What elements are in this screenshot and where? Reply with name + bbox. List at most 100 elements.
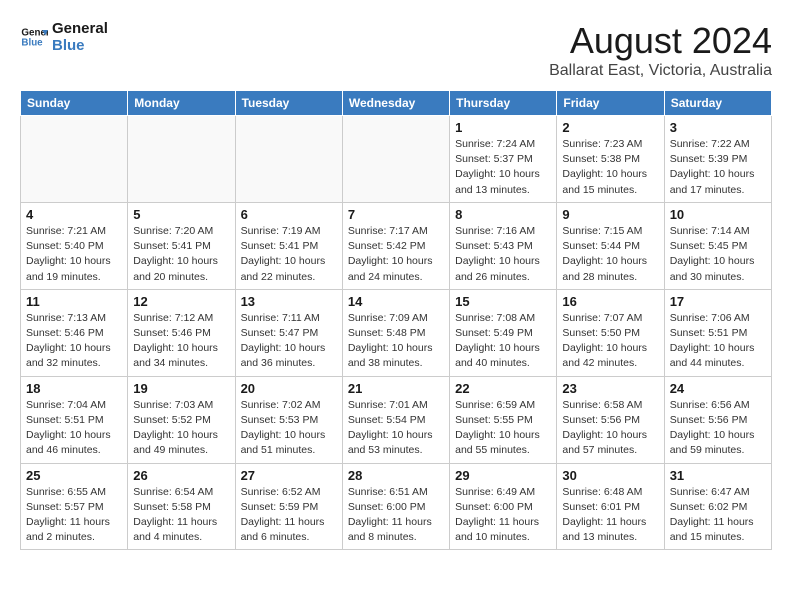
calendar-cell: 13 Sunrise: 7:11 AMSunset: 5:47 PMDayligh…: [235, 289, 342, 376]
day-number: 25: [26, 468, 122, 483]
calendar-cell: 14 Sunrise: 7:09 AMSunset: 5:48 PMDayligh…: [342, 289, 449, 376]
col-header-monday: Monday: [128, 91, 235, 116]
day-number: 8: [455, 207, 551, 222]
calendar-cell: 29 Sunrise: 6:49 AMSunset: 6:00 PMDayligh…: [450, 463, 557, 550]
day-number: 11: [26, 294, 122, 309]
day-number: 22: [455, 381, 551, 396]
day-info: Sunrise: 6:47 AMSunset: 6:02 PMDaylight:…: [670, 485, 766, 546]
calendar-cell: 12Sunrise: 7:12 AMSunset: 5:46 PMDayligh…: [128, 289, 235, 376]
calendar-cell: 26 Sunrise: 6:54 AMSunset: 5:58 PMDayligh…: [128, 463, 235, 550]
day-info: Sunrise: 7:21 AMSunset: 5:40 PMDaylight:…: [26, 224, 122, 285]
day-number: 30: [562, 468, 658, 483]
col-header-saturday: Saturday: [664, 91, 771, 116]
calendar-cell: 6 Sunrise: 7:19 AMSunset: 5:41 PMDaylight…: [235, 202, 342, 289]
day-info: Sunrise: 7:20 AMSunset: 5:41 PMDaylight:…: [133, 224, 229, 285]
day-info: Sunrise: 7:08 AMSunset: 5:49 PMDaylight:…: [455, 311, 551, 372]
calendar-cell: 4 Sunrise: 7:21 AMSunset: 5:40 PMDaylight…: [21, 202, 128, 289]
day-info: Sunrise: 6:58 AMSunset: 5:56 PMDaylight:…: [562, 398, 658, 459]
calendar-cell: [235, 116, 342, 203]
day-number: 9: [562, 207, 658, 222]
calendar-cell: 18 Sunrise: 7:04 AMSunset: 5:51 PMDayligh…: [21, 376, 128, 463]
day-info: Sunrise: 6:54 AMSunset: 5:58 PMDaylight:…: [133, 485, 229, 546]
day-number: 15: [455, 294, 551, 309]
calendar-cell: 30 Sunrise: 6:48 AMSunset: 6:01 PMDayligh…: [557, 463, 664, 550]
calendar-cell: 23Sunrise: 6:58 AMSunset: 5:56 PMDayligh…: [557, 376, 664, 463]
day-number: 4: [26, 207, 122, 222]
calendar-cell: 27Sunrise: 6:52 AMSunset: 5:59 PMDayligh…: [235, 463, 342, 550]
col-header-tuesday: Tuesday: [235, 91, 342, 116]
day-info: Sunrise: 7:07 AMSunset: 5:50 PMDaylight:…: [562, 311, 658, 372]
calendar-cell: 28Sunrise: 6:51 AMSunset: 6:00 PMDayligh…: [342, 463, 449, 550]
day-info: Sunrise: 7:04 AMSunset: 5:51 PMDaylight:…: [26, 398, 122, 459]
day-info: Sunrise: 7:13 AMSunset: 5:46 PMDaylight:…: [26, 311, 122, 372]
day-info: Sunrise: 6:48 AMSunset: 6:01 PMDaylight:…: [562, 485, 658, 546]
day-number: 6: [241, 207, 337, 222]
calendar-cell: 20Sunrise: 7:02 AMSunset: 5:53 PMDayligh…: [235, 376, 342, 463]
day-info: Sunrise: 7:23 AMSunset: 5:38 PMDaylight:…: [562, 137, 658, 198]
col-header-thursday: Thursday: [450, 91, 557, 116]
day-info: Sunrise: 6:55 AMSunset: 5:57 PMDaylight:…: [26, 485, 122, 546]
calendar-cell: 17 Sunrise: 7:06 AMSunset: 5:51 PMDayligh…: [664, 289, 771, 376]
col-header-wednesday: Wednesday: [342, 91, 449, 116]
calendar-cell: 16 Sunrise: 7:07 AMSunset: 5:50 PMDayligh…: [557, 289, 664, 376]
day-info: Sunrise: 7:15 AMSunset: 5:44 PMDaylight:…: [562, 224, 658, 285]
calendar-body: 1 Sunrise: 7:24 AMSunset: 5:37 PMDaylight…: [21, 116, 772, 550]
calendar-cell: 7Sunrise: 7:17 AMSunset: 5:42 PMDaylight…: [342, 202, 449, 289]
week-row-2: 4 Sunrise: 7:21 AMSunset: 5:40 PMDaylight…: [21, 202, 772, 289]
day-number: 31: [670, 468, 766, 483]
calendar-cell: 8 Sunrise: 7:16 AMSunset: 5:43 PMDaylight…: [450, 202, 557, 289]
day-info: Sunrise: 7:19 AMSunset: 5:41 PMDaylight:…: [241, 224, 337, 285]
day-number: 18: [26, 381, 122, 396]
day-number: 3: [670, 120, 766, 135]
day-info: Sunrise: 7:22 AMSunset: 5:39 PMDaylight:…: [670, 137, 766, 198]
svg-text:Blue: Blue: [21, 37, 43, 48]
calendar-cell: 11 Sunrise: 7:13 AMSunset: 5:46 PMDayligh…: [21, 289, 128, 376]
day-info: Sunrise: 6:49 AMSunset: 6:00 PMDaylight:…: [455, 485, 551, 546]
logo-text-blue: Blue: [52, 37, 108, 54]
page-header: General Blue General Blue August 2024 Ba…: [20, 20, 772, 80]
day-number: 12: [133, 294, 229, 309]
calendar-cell: 1 Sunrise: 7:24 AMSunset: 5:37 PMDaylight…: [450, 116, 557, 203]
day-number: 17: [670, 294, 766, 309]
calendar-cell: [128, 116, 235, 203]
day-info: Sunrise: 7:24 AMSunset: 5:37 PMDaylight:…: [455, 137, 551, 198]
calendar-cell: 15 Sunrise: 7:08 AMSunset: 5:49 PMDayligh…: [450, 289, 557, 376]
day-number: 21: [348, 381, 444, 396]
day-info: Sunrise: 7:11 AMSunset: 5:47 PMDaylight:…: [241, 311, 337, 372]
col-header-sunday: Sunday: [21, 91, 128, 116]
calendar-cell: [21, 116, 128, 203]
col-header-friday: Friday: [557, 91, 664, 116]
day-info: Sunrise: 7:06 AMSunset: 5:51 PMDaylight:…: [670, 311, 766, 372]
calendar-cell: 2 Sunrise: 7:23 AMSunset: 5:38 PMDaylight…: [557, 116, 664, 203]
day-number: 29: [455, 468, 551, 483]
day-number: 1: [455, 120, 551, 135]
day-number: 27: [241, 468, 337, 483]
subtitle: Ballarat East, Victoria, Australia: [549, 62, 772, 80]
day-number: 10: [670, 207, 766, 222]
day-number: 2: [562, 120, 658, 135]
logo-text-general: General: [52, 20, 108, 37]
calendar-cell: 24 Sunrise: 6:56 AMSunset: 5:56 PMDayligh…: [664, 376, 771, 463]
logo: General Blue General Blue: [20, 20, 108, 54]
day-number: 16: [562, 294, 658, 309]
day-number: 19: [133, 381, 229, 396]
day-info: Sunrise: 7:09 AMSunset: 5:48 PMDaylight:…: [348, 311, 444, 372]
day-info: Sunrise: 7:03 AMSunset: 5:52 PMDaylight:…: [133, 398, 229, 459]
week-row-3: 11 Sunrise: 7:13 AMSunset: 5:46 PMDayligh…: [21, 289, 772, 376]
week-row-4: 18 Sunrise: 7:04 AMSunset: 5:51 PMDayligh…: [21, 376, 772, 463]
day-number: 26: [133, 468, 229, 483]
day-info: Sunrise: 7:16 AMSunset: 5:43 PMDaylight:…: [455, 224, 551, 285]
calendar-cell: 9 Sunrise: 7:15 AMSunset: 5:44 PMDaylight…: [557, 202, 664, 289]
day-info: Sunrise: 7:17 AMSunset: 5:42 PMDaylight:…: [348, 224, 444, 285]
logo-icon: General Blue: [20, 23, 48, 51]
calendar-cell: 5Sunrise: 7:20 AMSunset: 5:41 PMDaylight…: [128, 202, 235, 289]
day-number: 14: [348, 294, 444, 309]
day-number: 24: [670, 381, 766, 396]
day-number: 28: [348, 468, 444, 483]
calendar-cell: 3 Sunrise: 7:22 AMSunset: 5:39 PMDaylight…: [664, 116, 771, 203]
calendar-cell: 19 Sunrise: 7:03 AMSunset: 5:52 PMDayligh…: [128, 376, 235, 463]
day-info: Sunrise: 7:01 AMSunset: 5:54 PMDaylight:…: [348, 398, 444, 459]
day-info: Sunrise: 6:56 AMSunset: 5:56 PMDaylight:…: [670, 398, 766, 459]
day-number: 13: [241, 294, 337, 309]
week-row-5: 25 Sunrise: 6:55 AMSunset: 5:57 PMDayligh…: [21, 463, 772, 550]
